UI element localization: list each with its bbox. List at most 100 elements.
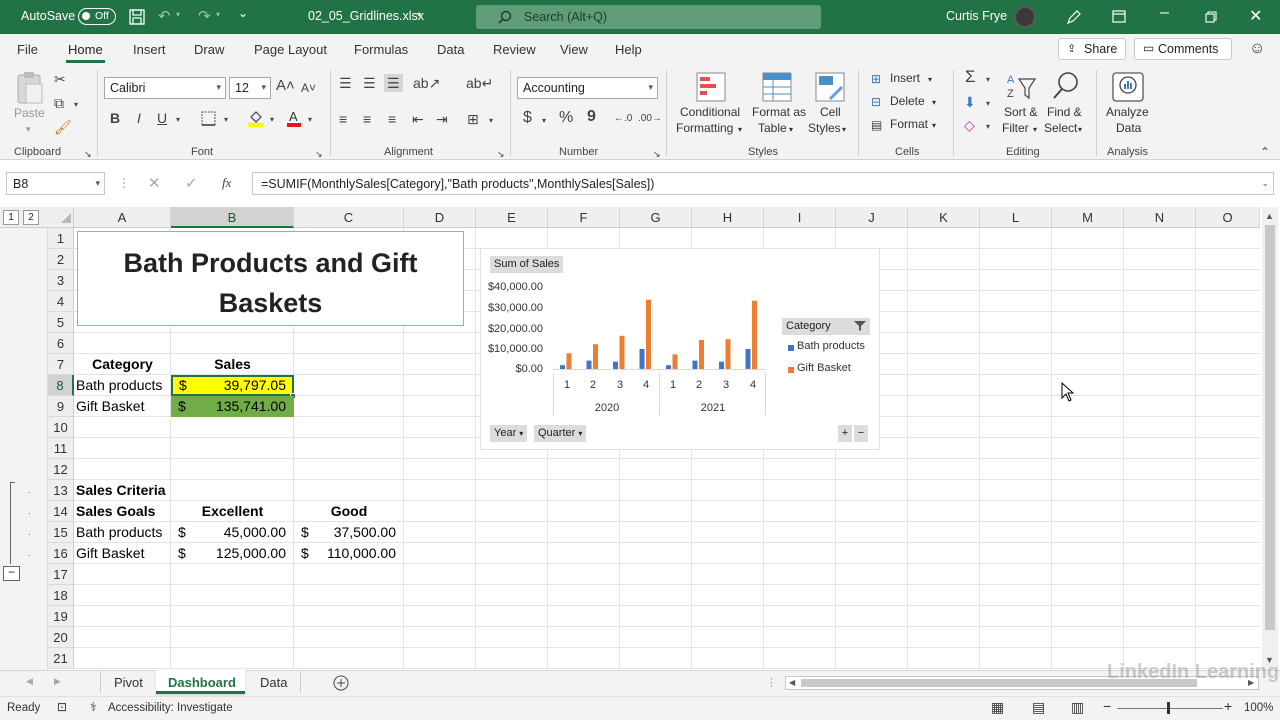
tab-review[interactable]: Review [493, 42, 536, 57]
formula-input[interactable]: =SUMIF(MonthlySales[Category],"Bath prod… [252, 172, 1274, 195]
align-left-icon[interactable]: ≡ [339, 111, 347, 127]
vertical-scrollbar[interactable]: ▲ ▼ [1262, 207, 1278, 670]
insert-function-icon[interactable]: fx [222, 175, 231, 191]
file-name[interactable]: 02_05_Gridlines.xlsx [308, 9, 424, 23]
scroll-left-icon[interactable]: ◀ [789, 678, 795, 687]
minimize-icon[interactable]: – [1160, 4, 1169, 22]
analyze-data-label[interactable]: Analyze [1106, 105, 1149, 120]
cell-c16-value[interactable]: 110,000.00 [294, 543, 396, 564]
analyze-data-label-2[interactable]: Data [1116, 121, 1141, 136]
decrease-decimal-icon[interactable]: .00→ [638, 111, 662, 127]
underline-button[interactable]: U [157, 110, 167, 126]
quarter-field-button[interactable]: Quarter ▾ [534, 425, 587, 442]
tab-home[interactable]: Home [66, 42, 105, 63]
copy-icon[interactable]: ⧉ [54, 95, 64, 111]
row-header-3[interactable]: 3 [48, 270, 74, 291]
currency-dropdown-icon[interactable]: ▾ [542, 113, 546, 129]
font-launcher-icon[interactable]: ↘ [315, 146, 323, 162]
bar-gift-basket-6[interactable] [725, 339, 731, 369]
clear-icon[interactable]: ◇ [964, 117, 975, 133]
currency-button[interactable]: $ [523, 110, 532, 126]
row-header-2[interactable]: 2 [48, 249, 74, 270]
bar-gift-basket-5[interactable] [699, 340, 704, 369]
bar-bath-products-2[interactable] [613, 361, 618, 369]
find-select-label-2[interactable]: Select [1044, 121, 1077, 136]
column-header-h[interactable]: H [692, 207, 764, 228]
bar-gift-basket-2[interactable] [619, 335, 625, 369]
zoom-level[interactable]: 100% [1244, 702, 1273, 714]
fill-dropdown-icon[interactable]: ▾ [986, 96, 990, 112]
vertical-scroll-thumb[interactable] [1265, 225, 1275, 630]
decrease-indent-icon[interactable]: ⇤ [412, 111, 424, 127]
cell-styles-label-2[interactable]: Styles [808, 121, 841, 136]
borders-dropdown-icon[interactable]: ▾ [224, 112, 228, 128]
alignment-launcher-icon[interactable]: ↘ [497, 146, 505, 162]
bar-bath-products-6[interactable] [719, 361, 724, 369]
bold-button[interactable]: B [110, 110, 120, 126]
column-header-a[interactable]: A [74, 207, 171, 228]
comma-style-button[interactable]: 9 [587, 109, 596, 125]
add-sheet-icon[interactable] [333, 675, 349, 691]
cell-a14[interactable]: Sales Goals [76, 501, 155, 522]
row-header-7[interactable]: 7 [48, 354, 74, 375]
share-button[interactable]: ⇪ Share [1058, 38, 1126, 60]
fill-icon[interactable]: ⬇ [964, 94, 976, 110]
avatar[interactable] [1014, 6, 1036, 28]
paste-label[interactable]: Paste [14, 106, 45, 121]
page-break-view-icon[interactable]: ▥ [1071, 699, 1084, 716]
chevron-down-icon[interactable]: ▾ [789, 122, 793, 137]
number-format-select[interactable]: Accounting ▾ [517, 77, 658, 99]
zoom-in-icon[interactable]: + [1224, 698, 1232, 714]
pen-icon[interactable] [1066, 9, 1082, 25]
enter-icon[interactable]: ✓ [185, 174, 198, 192]
underline-dropdown-icon[interactable]: ▾ [176, 112, 180, 128]
collapse-group-button[interactable]: − [3, 566, 20, 581]
chevron-down-icon[interactable]: ▾ [928, 72, 932, 87]
tab-file[interactable]: File [17, 42, 38, 57]
user-name[interactable]: Curtis Frye [946, 9, 1007, 23]
cell-a15[interactable]: Bath products [76, 522, 162, 543]
align-bottom-icon[interactable]: ☰ [384, 74, 403, 92]
delete-cells-label[interactable]: Delete [890, 94, 925, 109]
decrease-font-icon[interactable]: A˅ [301, 80, 316, 96]
ribbon-display-icon[interactable] [1112, 10, 1126, 23]
cell-a9[interactable]: Gift Basket [76, 396, 144, 417]
row-header-17[interactable]: 17 [48, 564, 74, 585]
column-header-e[interactable]: E [476, 207, 548, 228]
bar-gift-basket-1[interactable] [593, 344, 598, 369]
bar-gift-basket-0[interactable] [566, 353, 572, 370]
column-header-f[interactable]: F [548, 207, 620, 228]
sort-filter-label[interactable]: Sort & [1004, 105, 1037, 120]
percent-button[interactable]: % [559, 110, 573, 126]
paste-dropdown-icon[interactable]: ▾ [26, 122, 31, 137]
accessibility-icon[interactable]: ⚕ [90, 700, 97, 714]
bar-bath-products-3[interactable] [639, 349, 645, 369]
outline-level-2-button[interactable]: 2 [23, 210, 39, 225]
restore-icon[interactable] [1205, 11, 1217, 23]
cut-icon[interactable]: ✂ [54, 71, 66, 87]
year-field-button[interactable]: Year ▾ [490, 425, 528, 442]
cell-a16[interactable]: Gift Basket [76, 543, 144, 564]
clipboard-launcher-icon[interactable]: ↘ [84, 146, 92, 162]
cancel-icon[interactable]: ✕ [148, 174, 161, 192]
prev-sheet-icon[interactable]: ◀ [26, 676, 33, 687]
fill-color-dropdown-icon[interactable]: ▾ [270, 112, 274, 128]
cell-b15-value[interactable]: 45,000.00 [171, 522, 286, 543]
cell-b14[interactable]: Excellent [171, 501, 294, 522]
insert-cells-label[interactable]: Insert [890, 71, 920, 86]
column-header-d[interactable]: D [404, 207, 476, 228]
cell-b7[interactable]: Sales [171, 354, 294, 375]
conditional-formatting-label[interactable]: Conditional [680, 105, 740, 120]
autosave-toggle[interactable]: Off [78, 8, 116, 25]
row-header-9[interactable]: 9 [48, 396, 74, 417]
orientation-icon[interactable]: ab↗ [413, 75, 440, 91]
align-right-icon[interactable]: ≡ [388, 111, 396, 127]
bar-gift-basket-3[interactable] [646, 299, 651, 369]
find-select-label[interactable]: Find & [1047, 105, 1082, 120]
customize-qat-icon[interactable]: ⌄ [238, 6, 248, 20]
cell-b8-selected[interactable]: $ 39,797.05 [171, 375, 294, 396]
name-box[interactable]: B8 ▾ [6, 172, 105, 195]
row-header-1[interactable]: 1 [48, 228, 74, 249]
chevron-down-icon[interactable]: ▾ [932, 118, 936, 133]
column-header-n[interactable]: N [1124, 207, 1196, 228]
